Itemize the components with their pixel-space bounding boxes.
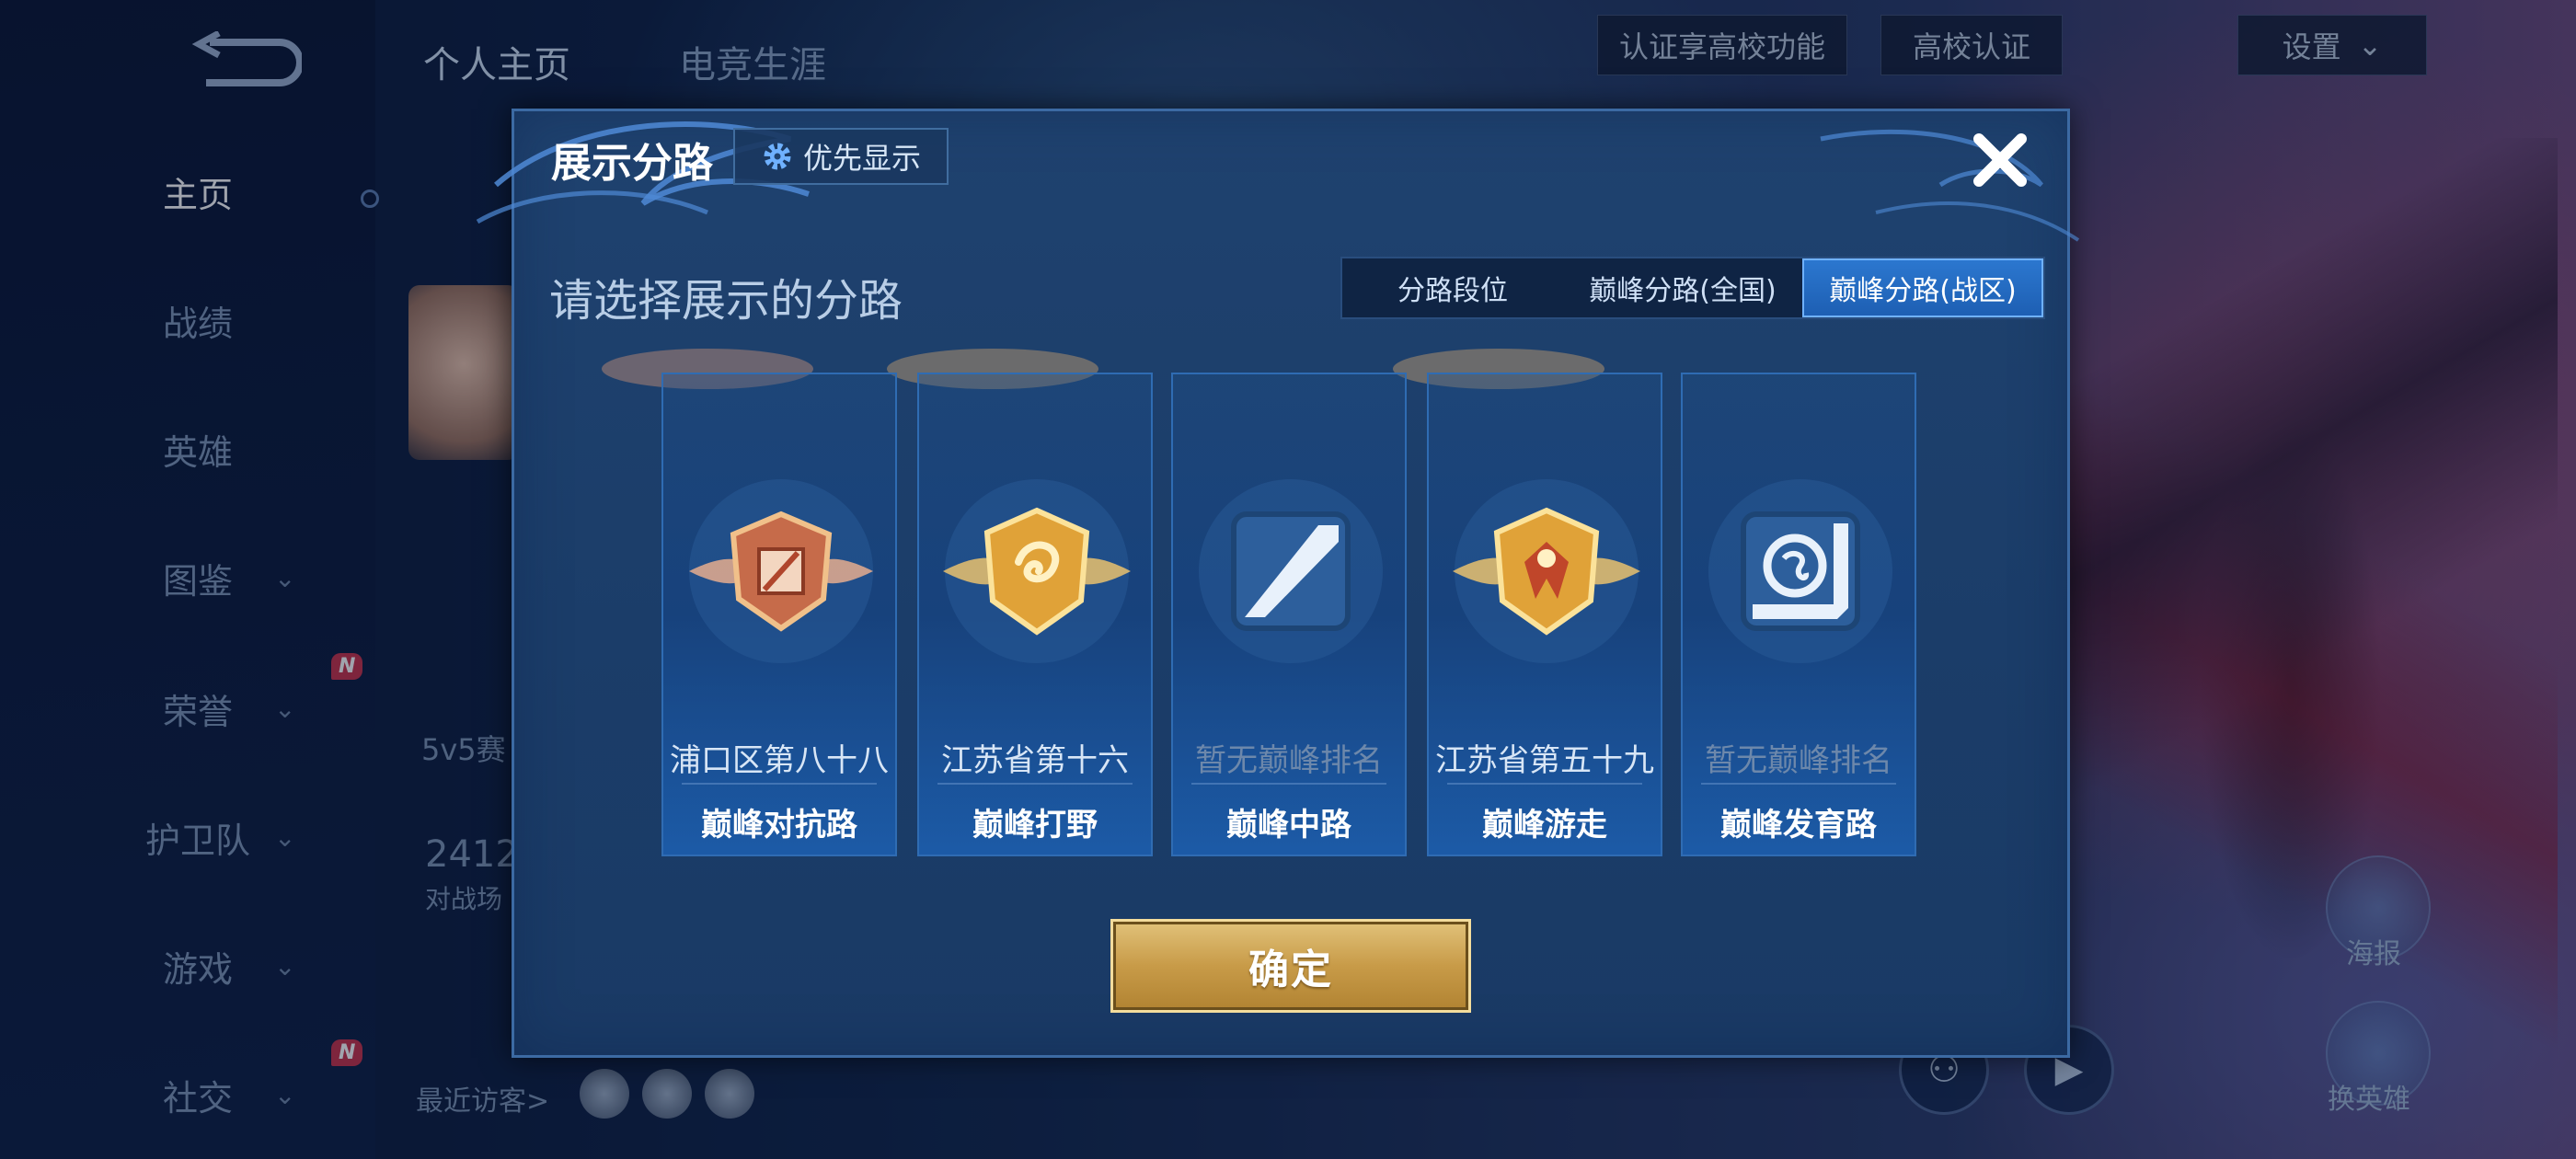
tab-label: 分路段位 (1397, 275, 1508, 307)
lane-name: 巅峰对抗路 (701, 807, 857, 843)
divider (682, 783, 877, 785)
tab-peak-lane-national[interactable]: 巅峰分路(全国) (1563, 258, 1802, 317)
lane-name: 巅峰发育路 (1720, 807, 1877, 843)
mid-lane-emblem-icon (1199, 479, 1383, 663)
priority-display-label: 优先显示 (802, 141, 921, 176)
lane-card[interactable]: 暂无巅峰排名 巅峰发育路 (1681, 373, 1916, 856)
divider (1191, 783, 1386, 785)
tab-label: 巅峰分路(战区) (1829, 275, 2017, 307)
lane-rank: 江苏省第五十九 (1435, 742, 1654, 779)
jungle-emblem-icon (943, 479, 1131, 663)
clash-lane-emblem-icon (689, 479, 873, 663)
lane-name: 巅峰中路 (1226, 807, 1351, 843)
close-button[interactable] (1962, 122, 2038, 198)
lane-display-dialog: 展示分路 优先显示 请选择展示的分路 分路段位 巅峰分路(全国) 巅峰分路(战区… (476, 109, 2080, 1058)
lane-name: 巅峰游走 (1482, 807, 1607, 843)
lane-rank: 浦口区第八十八 (670, 742, 889, 779)
lane-card[interactable]: 暂无巅峰排名 巅峰中路 (1171, 373, 1407, 856)
farm-lane-emblem-icon (1708, 479, 1892, 663)
confirm-button[interactable]: 确定 (1110, 919, 1471, 1013)
divider (937, 783, 1133, 785)
lane-type-tabs: 分路段位 巅峰分路(全国) 巅峰分路(战区) (1340, 257, 2045, 319)
lane-rank: 暂无巅峰排名 (1195, 742, 1383, 779)
lane-card[interactable]: 江苏省第五十九 巅峰游走 (1427, 373, 1662, 856)
tab-lane-rank[interactable]: 分路段位 (1342, 258, 1563, 317)
tab-peak-lane-region[interactable]: 巅峰分路(战区) (1802, 258, 2043, 317)
lane-name: 巅峰打野 (972, 807, 1098, 843)
lane-card[interactable]: 江苏省第十六 巅峰打野 (917, 373, 1153, 856)
dialog-subtitle: 请选择展示的分路 (549, 275, 903, 327)
dialog-title: 展示分路 (551, 140, 713, 187)
lane-rank: 暂无巅峰排名 (1705, 742, 1892, 779)
close-icon (1973, 133, 2027, 187)
lane-rank: 江苏省第十六 (941, 742, 1129, 779)
roam-emblem-icon (1453, 479, 1640, 663)
lane-card[interactable]: 浦口区第八十八 巅峰对抗路 (661, 373, 897, 856)
gear-icon (764, 143, 791, 170)
divider (1701, 783, 1896, 785)
confirm-label: 确定 (1248, 947, 1333, 993)
divider (1447, 783, 1642, 785)
tab-label: 巅峰分路(全国) (1589, 275, 1777, 307)
priority-display-button[interactable]: 优先显示 (733, 128, 949, 185)
